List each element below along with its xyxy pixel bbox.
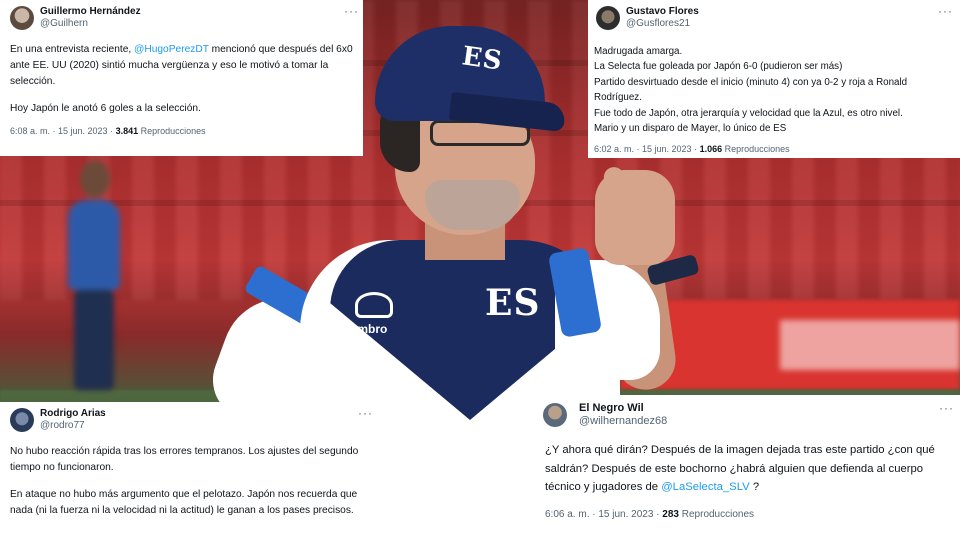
author-handle[interactable]: @Guilhern [40, 18, 88, 29]
tweet-text: No hubo reacción rápida tras los errores… [10, 444, 370, 519]
author-name[interactable]: Guillermo Hernández [40, 6, 141, 17]
tweet-timestamp[interactable]: 6:08 a. m. · 15 jun. 2023 · [10, 126, 116, 136]
view-count: 283 [662, 509, 679, 520]
author-name[interactable]: Gustavo Flores [626, 6, 699, 17]
more-options-icon[interactable]: ··· [938, 5, 953, 17]
tweet-text-line: Fue todo de Japón, otra jerarquía y velo… [594, 107, 903, 119]
umbro-logo [355, 292, 393, 318]
tweet-text-segment: ? [749, 481, 760, 493]
tweet-text-line: Partido desvirtuado desde el inicio (min… [594, 76, 908, 104]
mention-link[interactable]: @HugoPerezDT [134, 44, 209, 55]
avatar[interactable] [10, 6, 34, 30]
more-options-icon[interactable]: ··· [358, 407, 373, 419]
author-handle[interactable]: @rodro77 [40, 420, 85, 431]
brand-text: umbro [350, 322, 388, 336]
tweet-text-paragraph: No hubo reacción rápida tras los errores… [10, 446, 359, 473]
mention-link[interactable]: @LaSelecta_SLV [661, 481, 750, 493]
tweet-meta: 6:06 a. m. · 15 jun. 2023 · 283 Reproduc… [545, 509, 754, 520]
view-count: 3.841 [115, 126, 139, 136]
author-name[interactable]: Rodrigo Arias [40, 408, 106, 419]
more-options-icon[interactable]: ··· [939, 402, 954, 414]
tweet-text: Madrugada amarga. La Selecta fue goleada… [594, 44, 956, 136]
view-count: 1.066 [699, 144, 723, 154]
jersey-crest-text: ES [485, 282, 541, 324]
tweet-text-line: Madrugada amarga. [594, 46, 683, 57]
tweet-card[interactable]: Rodrigo Arias @rodro77 ··· No hubo reacc… [0, 402, 378, 540]
views-label: Reproducciones [722, 144, 790, 154]
tweet-timestamp[interactable]: 6:06 a. m. · 15 jun. 2023 · [545, 509, 662, 520]
tweet-text: ¿Y ahora qué dirán? Después de la imagen… [545, 441, 955, 497]
avatar[interactable] [10, 408, 34, 432]
banner-logo [780, 320, 960, 370]
avatar[interactable] [596, 6, 620, 30]
tweet-meta: 6:08 a. m. · 15 jun. 2023 · 3.841 Reprod… [10, 126, 206, 136]
tweet-card[interactable]: Gustavo Flores @Gusflores21 ··· Madrugad… [588, 0, 960, 158]
tweet-timestamp[interactable]: 6:02 a. m. · 15 jun. 2023 · [594, 144, 700, 154]
tweet-card[interactable]: Guillermo Hernández @Guilhern ··· En una… [0, 0, 363, 156]
views-label: Reproducciones [138, 126, 206, 136]
background-player [60, 160, 130, 390]
tweet-meta: 6:02 a. m. · 15 jun. 2023 · 1.066 Reprod… [594, 144, 790, 154]
tweet-text-paragraph: En ataque no hubo más argumento que el p… [10, 489, 358, 516]
views-label: Reproducciones [678, 509, 755, 520]
cap-logo-text: ES [460, 41, 505, 77]
author-handle[interactable]: @Gusflores21 [626, 18, 690, 29]
tweet-text-line: La Selecta fue goleada por Japón 6-0 (pu… [594, 61, 843, 73]
tweet-card[interactable]: El Negro Wil @wilhernandez68 ··· ¿Y ahor… [533, 395, 960, 540]
tweet-text-segment: En una entrevista reciente, [10, 44, 135, 55]
tweet-text: En una entrevista reciente, @HugoPerezDT… [10, 42, 355, 117]
avatar[interactable] [543, 403, 567, 427]
tweet-text-paragraph: Hoy Japón le anotó 6 goles a la selecció… [10, 103, 201, 114]
tweet-text-line: Mario y un disparo de Mayer, lo único de… [594, 123, 787, 135]
more-options-icon[interactable]: ··· [344, 5, 359, 17]
author-name[interactable]: El Negro Wil [579, 402, 644, 414]
author-handle[interactable]: @wilhernandez68 [579, 415, 667, 427]
